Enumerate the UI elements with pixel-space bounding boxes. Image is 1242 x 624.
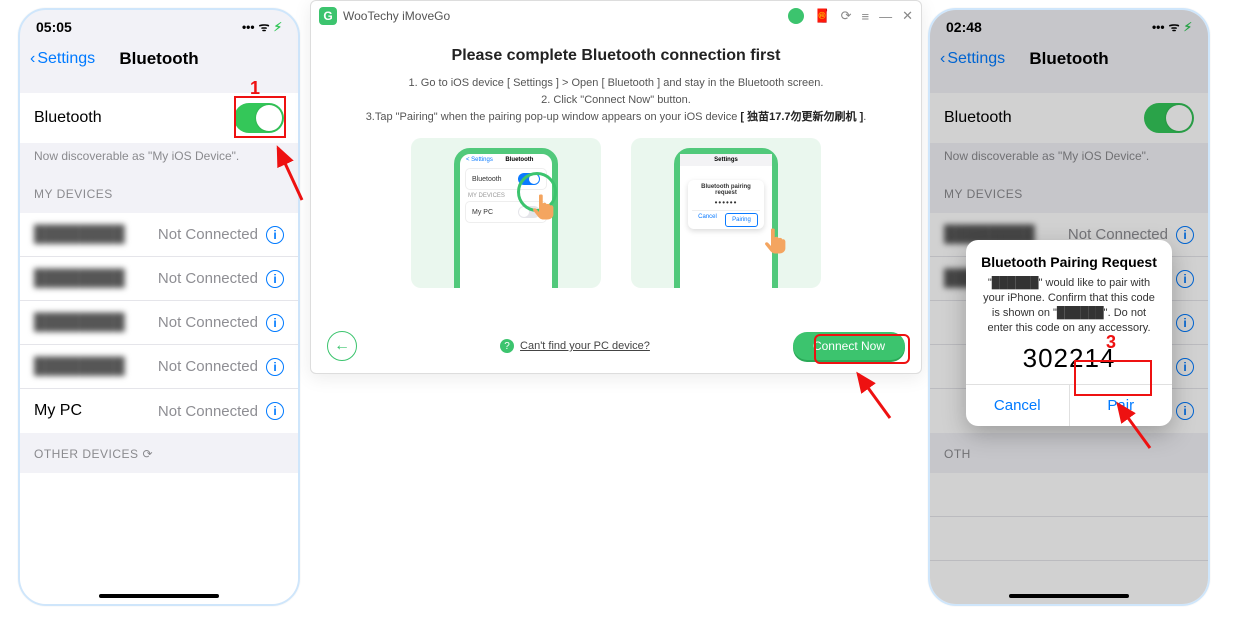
hand-pointer-icon: [761, 226, 791, 256]
device-row[interactable]: ████████ Not Connected i: [20, 301, 298, 345]
status-bar: 05:05 ••• ᯤ ⚡︎: [20, 10, 298, 39]
annotation-box-pair: [1074, 360, 1152, 396]
nav-bar: ‹ Settings Bluetooth: [20, 39, 298, 79]
back-button[interactable]: ‹ Settings: [940, 50, 1005, 68]
help-link[interactable]: Can't find your PC device?: [520, 340, 650, 352]
nav-bar: ‹ Settings Bluetooth: [930, 39, 1208, 79]
device-name: ████████: [34, 270, 125, 288]
device-row[interactable]: [930, 473, 1208, 517]
annotation-arrow-pair: [1110, 398, 1160, 458]
other-devices-header: OTH: [930, 433, 1208, 467]
device-name: ████████: [34, 358, 125, 376]
mini-pairing-dialog: Bluetooth pairing request •••••• Cancel …: [688, 180, 764, 229]
status-time: 02:48: [946, 19, 982, 35]
app-logo-icon: G: [319, 7, 337, 25]
device-row-mypc[interactable]: My PC Not Connected i: [20, 389, 298, 433]
annotation-step-3: 3: [1106, 332, 1116, 353]
info-icon[interactable]: i: [1176, 270, 1194, 288]
question-icon: ?: [500, 339, 514, 353]
title-bar: G WooTechy iMoveGo 🧧 ⟳ ≡ — ✕: [311, 1, 921, 29]
illustration-pairing: Settings Bluetooth pairing request •••••…: [631, 138, 821, 288]
back-label: Settings: [37, 50, 95, 68]
my-devices-header: MY DEVICES: [20, 173, 298, 207]
heading: Please complete Bluetooth connection fir…: [311, 47, 921, 65]
annotation-arrow-1: [272, 140, 312, 210]
device-name: ████████: [34, 226, 125, 244]
back-button[interactable]: ‹ Settings: [30, 50, 95, 68]
info-icon[interactable]: i: [266, 270, 284, 288]
annotation-box-toggle: [234, 96, 286, 138]
wifi-icon: ᯤ: [259, 18, 270, 35]
cancel-button[interactable]: Cancel: [966, 385, 1069, 426]
status-bar: 02:48 ••• ᯤ ⚡︎: [930, 10, 1208, 39]
status-indicators: ••• ᯤ ⚡︎: [242, 18, 282, 35]
device-status: Not Connected: [158, 226, 258, 243]
chevron-left-icon: ‹: [30, 50, 35, 68]
hand-pointer-icon: [529, 192, 559, 222]
close-button[interactable]: ✕: [902, 8, 913, 24]
device-status: Not Connected: [158, 403, 258, 420]
back-label: Settings: [947, 50, 1005, 68]
bluetooth-label: Bluetooth: [34, 109, 102, 127]
battery-icon: ⚡︎: [1184, 20, 1192, 34]
device-status: Not Connected: [158, 270, 258, 287]
info-icon[interactable]: i: [266, 314, 284, 332]
step-3: 3.Tap "Pairing" when the pairing pop-up …: [331, 109, 901, 126]
device-name: ████████: [34, 314, 125, 332]
minimize-button[interactable]: —: [879, 9, 892, 24]
info-icon[interactable]: i: [1176, 314, 1194, 332]
discoverable-note: Now discoverable as "My iOS Device".: [930, 143, 1208, 173]
app-title: WooTechy iMoveGo: [343, 9, 450, 23]
spinner-icon: ⟳: [143, 447, 154, 461]
app-window: G WooTechy iMoveGo 🧧 ⟳ ≡ — ✕ Please comp…: [310, 0, 922, 374]
page-title: Bluetooth: [119, 49, 198, 69]
info-icon[interactable]: i: [1176, 226, 1194, 244]
page-title: Bluetooth: [1029, 49, 1108, 69]
annotation-arrow-connect: [850, 368, 900, 428]
device-status: Not Connected: [158, 358, 258, 375]
bluetooth-toggle-row[interactable]: Bluetooth: [930, 93, 1208, 143]
info-icon[interactable]: i: [266, 402, 284, 420]
illustration-bluetooth-on: < SettingsBluetooth Bluetooth MY DEVICES…: [411, 138, 601, 288]
device-row[interactable]: [930, 517, 1208, 561]
step-1: 1. Go to iOS device [ Settings ] > Open …: [331, 75, 901, 92]
device-name: My PC: [34, 402, 82, 420]
help-link-group[interactable]: ? Can't find your PC device?: [500, 339, 650, 353]
battery-icon: ⚡︎: [274, 20, 282, 34]
device-row[interactable]: ████████ Not Connected i: [20, 213, 298, 257]
modal-title: Bluetooth Pairing Request: [978, 254, 1160, 270]
device-status: Not Connected: [158, 314, 258, 331]
discoverable-note: Now discoverable as "My iOS Device".: [20, 143, 298, 173]
device-row[interactable]: ████████ Not Connected i: [20, 345, 298, 389]
status-time: 05:05: [36, 19, 72, 35]
home-indicator[interactable]: [99, 594, 219, 598]
step-2: 2. Click "Connect Now" button.: [331, 92, 901, 109]
menu-icon[interactable]: ≡: [862, 9, 870, 24]
bluetooth-label: Bluetooth: [944, 109, 1012, 127]
status-indicators: ••• ᯤ ⚡︎: [1152, 18, 1192, 35]
annotation-box-connect: [814, 334, 910, 364]
gift-icon[interactable]: 🧧: [814, 8, 830, 24]
device-row[interactable]: ████████ Not Connected i: [20, 257, 298, 301]
home-indicator[interactable]: [1009, 594, 1129, 598]
info-icon[interactable]: i: [266, 226, 284, 244]
instructions: 1. Go to iOS device [ Settings ] > Open …: [311, 75, 921, 126]
refresh-icon[interactable]: ⟳: [841, 8, 852, 24]
status-dot-icon[interactable]: [788, 8, 804, 24]
other-devices-header: OTHER DEVICES⟳: [20, 433, 298, 467]
my-devices-header: MY DEVICES: [930, 173, 1208, 207]
signal-icon: •••: [242, 20, 255, 34]
back-circle-button[interactable]: ←: [327, 331, 357, 361]
wifi-icon: ᯤ: [1169, 18, 1180, 35]
info-icon[interactable]: i: [266, 358, 284, 376]
modal-body: "██████" would like to pair with your iP…: [978, 276, 1160, 335]
device-row[interactable]: [930, 561, 1208, 605]
chevron-left-icon: ‹: [940, 50, 945, 68]
bluetooth-toggle-on[interactable]: [1144, 103, 1194, 133]
signal-icon: •••: [1152, 20, 1165, 34]
info-icon[interactable]: i: [1176, 358, 1194, 376]
info-icon[interactable]: i: [1176, 402, 1194, 420]
